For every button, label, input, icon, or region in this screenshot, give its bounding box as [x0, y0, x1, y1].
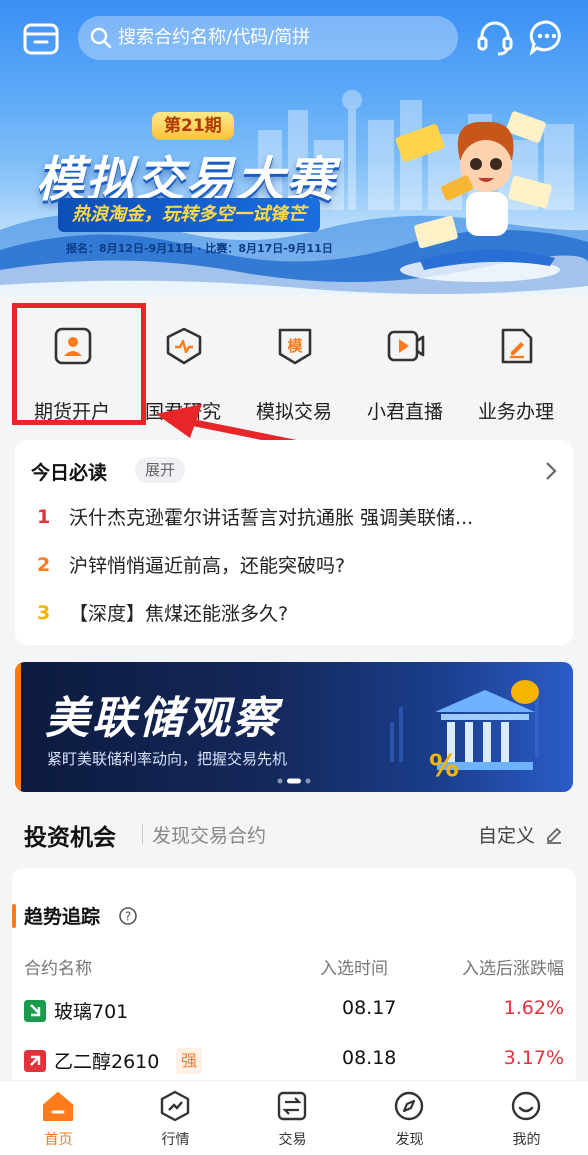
change-percent: 3.17%: [503, 1047, 564, 1069]
selected-time: 08.17: [342, 997, 397, 1019]
issue-tag: 第21期: [152, 112, 234, 140]
news-item[interactable]: 2 沪锌悄悄逼近前高，还能突破吗?: [15, 546, 573, 590]
nav-trade[interactable]: 交易: [234, 1081, 351, 1155]
simulate-badge-icon: 模: [278, 328, 312, 365]
news-item[interactable]: 3 【深度】焦煤还能涨多久?: [15, 594, 573, 638]
fed-watch-banner[interactable]: 美联储观察 紧盯美联储利率动向，把握交易先机 %: [15, 662, 573, 792]
bottom-nav: 首页 行情 交易 发现 我的: [0, 1080, 588, 1155]
compass-icon: [394, 1091, 424, 1121]
nav-label: 我的: [512, 1132, 541, 1148]
mascot-surfer-illustration: [395, 111, 560, 282]
svg-text:?: ?: [125, 910, 131, 924]
news-rank: 2: [37, 554, 51, 576]
section-accent-bar: [12, 904, 16, 928]
top-bar: 搜索合约名称/代码/简拼: [0, 0, 588, 80]
today-must-read-card: 今日必读 展开 1 沃什杰克逊霍尔讲话誓言对抗通胀 强调美联储... 2 沪锌悄…: [15, 440, 573, 645]
invest-section-header: 投资机会 发现交易合约 自定义: [0, 808, 588, 860]
selected-time: 08.18: [342, 1047, 397, 1069]
simulate-glyph: 模: [287, 337, 303, 355]
nav-discover[interactable]: 发现: [351, 1081, 468, 1155]
nav-profile[interactable]: 我的: [468, 1081, 585, 1155]
nav-market[interactable]: 行情: [117, 1081, 234, 1155]
chevron-right-icon[interactable]: [543, 460, 559, 482]
news-rank: 1: [37, 506, 51, 528]
inbox-icon[interactable]: [22, 20, 60, 58]
nav-label: 行情: [161, 1132, 190, 1148]
divider: [142, 824, 143, 844]
invest-title: 投资机会: [24, 825, 116, 851]
carousel-dots: [277, 778, 311, 784]
trend-title: 趋势追踪: [24, 906, 101, 928]
customer-service-icon[interactable]: [476, 18, 514, 56]
message-icon[interactable]: [528, 18, 566, 56]
trend-down-icon: [24, 1000, 46, 1022]
banner-accent: [15, 662, 21, 792]
bank-building-illustration: %: [390, 680, 539, 784]
nav-label: 交易: [278, 1132, 307, 1148]
fed-banner-subtitle: 紧盯美联储利率动向，把握交易先机: [47, 750, 288, 768]
customize-button[interactable]: 自定义: [478, 821, 535, 848]
pencil-icon[interactable]: [544, 824, 564, 844]
nav-label: 发现: [395, 1132, 424, 1148]
strong-badge: 强: [176, 1048, 203, 1074]
hero-banner[interactable]: 搜索合约名称/代码/简拼 第21期 模拟交易大赛 热浪淘金，玩转多空一试锋芒 报…: [0, 0, 588, 295]
shortcut-business[interactable]: 业务办理: [461, 320, 571, 423]
trend-tracking-card: 趋势追踪 ? 合约名称 入选时间 入选后涨跌幅 玻璃701 08.17 1.62…: [12, 868, 576, 1088]
svg-text:%: %: [429, 749, 459, 784]
hero-slogan: 热浪淘金，玩转多空一试锋芒: [58, 198, 320, 232]
search-input[interactable]: 搜索合约名称/代码/简拼: [78, 16, 458, 60]
contract-name: 乙二醇2610: [54, 1051, 160, 1073]
search-placeholder: 搜索合约名称/代码/简拼: [118, 27, 311, 48]
nav-label: 首页: [44, 1132, 73, 1148]
home-icon: [43, 1092, 73, 1121]
invest-subtitle: 发现交易合约: [152, 825, 267, 847]
column-header-change: 入选后涨跌幅: [462, 959, 564, 979]
contract-name: 玻璃701: [54, 1001, 129, 1023]
live-video-icon: [387, 330, 425, 362]
news-title: 沃什杰克逊霍尔讲话誓言对抗通胀 强调美联储...: [69, 507, 474, 529]
research-shield-icon: [166, 327, 202, 365]
annotation-highlight-box: [12, 303, 146, 425]
table-row[interactable]: 乙二醇2610 强 08.18 3.17%: [12, 1038, 576, 1084]
market-icon: [160, 1090, 190, 1122]
news-title: 沪锌悄悄逼近前高，还能突破吗?: [69, 555, 346, 577]
profile-icon: [511, 1091, 541, 1121]
trend-up-icon: [24, 1050, 46, 1072]
change-percent: 1.62%: [503, 997, 564, 1019]
column-header-time: 入选时间: [320, 959, 388, 979]
shortcut-label: 业务办理: [477, 401, 554, 423]
hero-dates: 报名：8月12日-9月11日 · 比赛：8月17日-9月11日: [66, 242, 333, 255]
table-row[interactable]: 玻璃701 08.17 1.62%: [12, 988, 576, 1034]
news-title: 【深度】焦煤还能涨多久?: [69, 603, 289, 625]
nav-home[interactable]: 首页: [0, 1081, 117, 1155]
trade-icon: [277, 1091, 307, 1121]
news-item[interactable]: 1 沃什杰克逊霍尔讲话誓言对抗通胀 强调美联储...: [15, 498, 573, 542]
expand-button[interactable]: 展开: [135, 457, 186, 483]
document-edit-icon: [501, 328, 533, 364]
search-icon: [90, 27, 112, 49]
column-header-name: 合约名称: [24, 959, 92, 979]
fed-banner-title: 美联储观察: [45, 693, 280, 744]
today-title: 今日必读: [31, 462, 108, 484]
news-rank: 3: [37, 602, 51, 624]
help-icon[interactable]: ?: [118, 906, 138, 926]
